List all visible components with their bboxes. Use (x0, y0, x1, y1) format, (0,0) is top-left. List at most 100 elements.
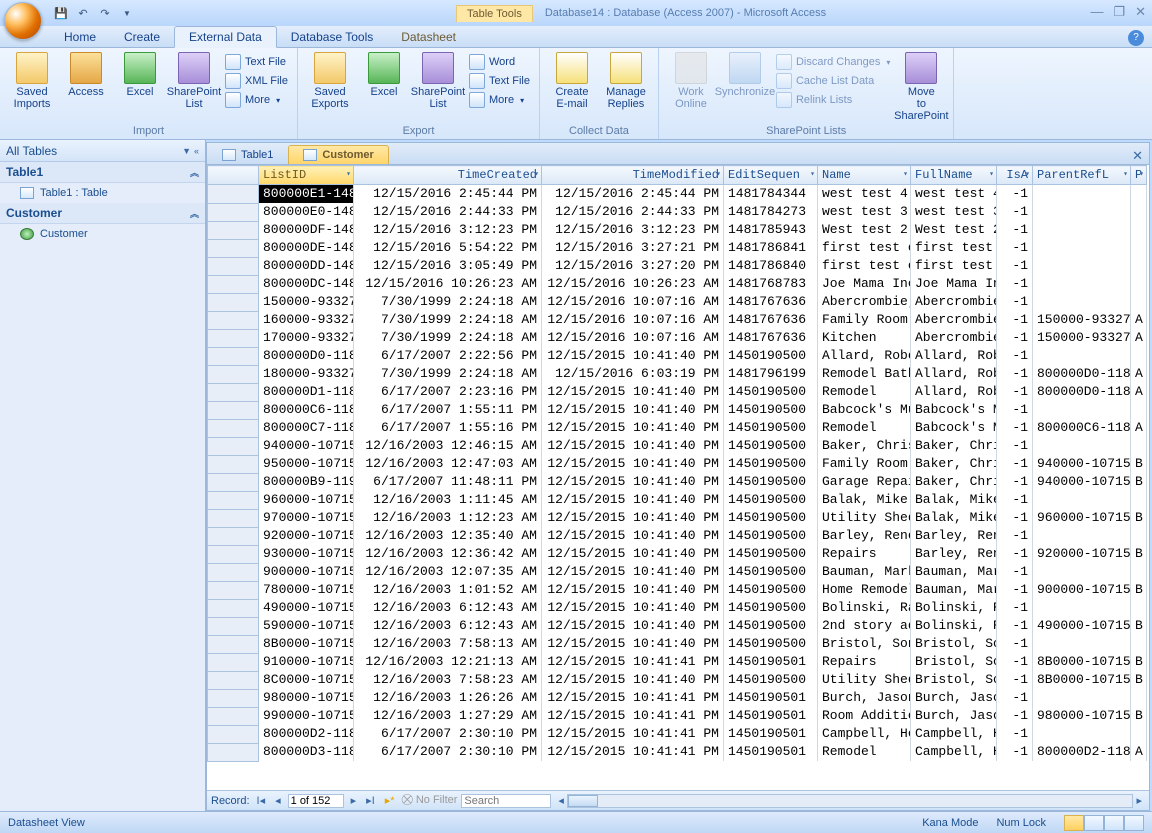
nav-collapse-icon[interactable]: « (194, 146, 199, 156)
tab-home[interactable]: Home (50, 27, 110, 47)
hscroll-thumb[interactable] (568, 795, 598, 807)
cell[interactable]: -1 (997, 239, 1033, 257)
row-selector[interactable] (208, 221, 259, 239)
cell[interactable] (1131, 275, 1147, 293)
cell[interactable]: 6/17/2007 2:30:10 PM (354, 725, 542, 743)
cell[interactable]: B (1131, 581, 1147, 599)
cell[interactable]: 1450190500 (724, 491, 818, 509)
cell[interactable]: 800000DF-148 (259, 221, 354, 239)
cell[interactable]: 800000DC-148 (259, 275, 354, 293)
cell[interactable]: Balak, Mike (818, 491, 911, 509)
cell[interactable]: west test 4 (911, 185, 997, 204)
cell[interactable]: Repairs (818, 653, 911, 671)
cell[interactable]: Baker, Chris (818, 437, 911, 455)
cell[interactable]: -1 (997, 365, 1033, 383)
cell[interactable]: 950000-10715 (259, 455, 354, 473)
cell[interactable]: 1450190500 (724, 383, 818, 401)
cell[interactable]: 800000D3-118 (259, 743, 354, 761)
cell[interactable]: 1481784273 (724, 203, 818, 221)
cell[interactable]: B (1131, 473, 1147, 491)
cell[interactable]: 800000D0-118 (1033, 365, 1131, 383)
cell[interactable] (1131, 203, 1147, 221)
cell[interactable]: 1481785943 (724, 221, 818, 239)
cell[interactable]: 960000-10715 (1033, 509, 1131, 527)
cell[interactable]: 12/15/2016 3:12:23 PM (542, 221, 724, 239)
cell[interactable]: 8C0000-10715 (259, 671, 354, 689)
cell[interactable] (1131, 257, 1147, 275)
cell[interactable]: Bauman, Mark (911, 581, 997, 599)
cell[interactable]: Allard, Robe (911, 365, 997, 383)
cell[interactable]: -1 (997, 545, 1033, 563)
cell[interactable]: 12/16/2003 12:21:13 AM (354, 653, 542, 671)
row-selector[interactable] (208, 671, 259, 689)
row-selector[interactable] (208, 473, 259, 491)
cell[interactable]: B (1131, 653, 1147, 671)
cell[interactable]: B (1131, 509, 1147, 527)
cell[interactable]: first test c (911, 257, 997, 275)
cell[interactable]: -1 (997, 185, 1033, 204)
cell[interactable]: 1450190500 (724, 617, 818, 635)
cell[interactable]: B (1131, 545, 1147, 563)
cell[interactable]: 12/16/2003 1:01:52 AM (354, 581, 542, 599)
cell[interactable]: Allard, Robe (818, 347, 911, 365)
cell[interactable]: 7/30/1999 2:24:18 AM (354, 329, 542, 347)
cell[interactable]: -1 (997, 257, 1033, 275)
tab-datasheet[interactable]: Datasheet (387, 27, 470, 47)
cell[interactable]: 170000-93327 (259, 329, 354, 347)
row-selector[interactable] (208, 185, 259, 204)
cell[interactable]: 490000-10715 (1033, 617, 1131, 635)
cell[interactable]: Bauman, Mark (911, 563, 997, 581)
cell[interactable]: 12/15/2016 3:05:49 PM (354, 257, 542, 275)
cell[interactable]: 6/17/2007 1:55:11 PM (354, 401, 542, 419)
cell[interactable]: Bolinski, Ra (911, 617, 997, 635)
ribbon-word-button[interactable]: Word (466, 53, 533, 71)
cell[interactable]: 1481786840 (724, 257, 818, 275)
cell[interactable]: -1 (997, 635, 1033, 653)
cell[interactable]: Barley, Rene (911, 545, 997, 563)
cell[interactable] (1131, 401, 1147, 419)
cell[interactable]: Baker, Chris (911, 455, 997, 473)
cell[interactable]: 8B0000-10715 (1033, 671, 1131, 689)
dropdown-icon[interactable]: ▾ (989, 169, 994, 179)
cell[interactable]: -1 (997, 347, 1033, 365)
cell[interactable]: Joe Mama Inc (911, 275, 997, 293)
cell[interactable]: 1450190500 (724, 437, 818, 455)
cell[interactable]: 940000-10715 (1033, 455, 1131, 473)
minimize-button[interactable]: — (1090, 4, 1103, 20)
cell[interactable]: 1481767636 (724, 329, 818, 347)
cell[interactable]: first test c (911, 239, 997, 257)
cell[interactable] (1131, 527, 1147, 545)
dropdown-icon[interactable]: ▾ (716, 169, 721, 179)
cell[interactable]: 1450190501 (724, 743, 818, 761)
cell[interactable]: -1 (997, 653, 1033, 671)
cell[interactable]: 910000-10715 (259, 653, 354, 671)
cell[interactable]: Abercrombie, (818, 293, 911, 311)
cell[interactable]: 12/16/2003 12:35:40 AM (354, 527, 542, 545)
cell[interactable]: Bristol, Son (911, 635, 997, 653)
cell[interactable] (1033, 203, 1131, 221)
cell[interactable]: 12/15/2016 2:45:44 PM (354, 185, 542, 204)
cell[interactable]: 1450190501 (724, 707, 818, 725)
nav-group-customer[interactable]: Customer︽ (0, 203, 205, 224)
cell[interactable]: first test c (818, 239, 911, 257)
cell[interactable]: 800000D2-118 (259, 725, 354, 743)
help-button[interactable]: ? (1128, 30, 1144, 46)
cell[interactable]: 1450190500 (724, 527, 818, 545)
row-selector[interactable] (208, 257, 259, 275)
cell[interactable]: 12/16/2003 1:26:26 AM (354, 689, 542, 707)
dropdown-icon[interactable]: ▾ (1139, 169, 1144, 179)
col-header-name[interactable]: Name▾ (818, 166, 911, 185)
cell[interactable]: 1450190501 (724, 689, 818, 707)
cell[interactable]: Room Additio (818, 707, 911, 725)
cell[interactable]: Remodel (818, 419, 911, 437)
cell[interactable]: 1481767636 (724, 311, 818, 329)
cell[interactable]: 12/15/2015 10:41:41 PM (542, 725, 724, 743)
row-selector[interactable] (208, 653, 259, 671)
cell[interactable]: -1 (997, 491, 1033, 509)
col-header-fullname[interactable]: FullName▾ (911, 166, 997, 185)
office-button[interactable] (4, 2, 42, 40)
dropdown-icon[interactable]: ▾ (1123, 169, 1128, 179)
cell[interactable]: 12/15/2016 5:54:22 PM (354, 239, 542, 257)
cell[interactable]: 12/15/2016 10:07:16 AM (542, 311, 724, 329)
recnav-last-button[interactable]: ▸I (363, 794, 378, 807)
